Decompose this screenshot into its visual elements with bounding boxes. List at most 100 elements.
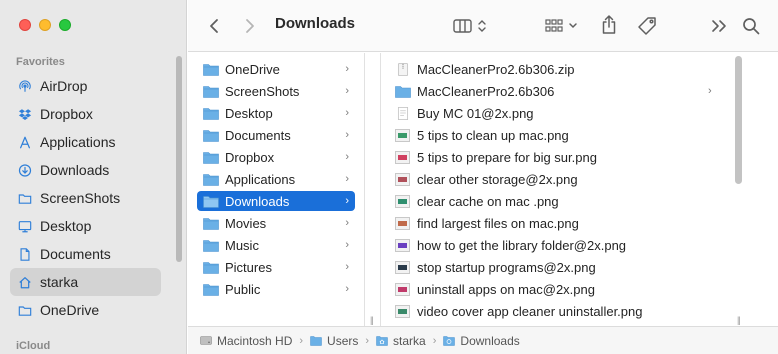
file-row[interactable]: stop startup programs@2x.png xyxy=(395,257,715,277)
chevron-left-icon xyxy=(210,19,218,33)
path-segment-label: Downloads xyxy=(460,333,520,348)
path-segment[interactable]: Macintosh HD xyxy=(200,334,292,348)
view-mode-button[interactable] xyxy=(450,15,492,37)
column1-row-label: Public xyxy=(225,281,261,297)
zoom-window-button[interactable] xyxy=(59,19,71,31)
sidebar-item-downloads[interactable]: Downloads xyxy=(10,156,161,184)
column1-row[interactable]: Pictures › xyxy=(197,257,355,277)
folder-icon xyxy=(203,195,225,208)
path-bar: Macintosh HD › Users › starka › Downloads xyxy=(188,326,778,354)
column1-row[interactable]: ScreenShots › xyxy=(197,81,355,101)
double-chevron-right-icon xyxy=(712,20,726,32)
column1-row-label: Movies xyxy=(225,215,267,231)
content-scrollbar[interactable] xyxy=(735,56,742,184)
column1-row-label: Dropbox xyxy=(225,149,275,165)
column1-row[interactable]: Movies › xyxy=(197,213,355,233)
column-view-icon xyxy=(453,19,486,33)
file-row[interactable]: clear other storage@2x.png xyxy=(395,169,715,189)
downloads-icon xyxy=(18,163,32,177)
file-row[interactable]: video cover app cleaner uninstaller.png xyxy=(395,301,715,321)
file-row[interactable]: MacCleanerPro2.6b306 › xyxy=(395,81,715,101)
more-toolbar-items-button[interactable] xyxy=(708,15,730,37)
dropbox-icon xyxy=(18,107,32,121)
column1-row-label: Applications xyxy=(225,171,296,187)
chevron-right-icon xyxy=(246,19,254,33)
airdrop-icon xyxy=(18,79,32,93)
folder-icon xyxy=(203,107,225,120)
sidebar-item-screenshots[interactable]: ScreenShots xyxy=(10,184,161,212)
close-window-button[interactable] xyxy=(19,19,31,31)
sidebar-item-starka[interactable]: starka xyxy=(10,268,161,296)
column-resize-handle[interactable]: || xyxy=(370,315,374,325)
sidebar-item-desktop[interactable]: Desktop xyxy=(10,212,161,240)
path-segment[interactable]: starka xyxy=(376,334,426,348)
document-icon xyxy=(18,247,32,261)
chevron-right-icon: › xyxy=(345,151,349,163)
chevron-right-icon: › xyxy=(345,173,349,185)
back-button[interactable] xyxy=(204,16,224,36)
image-thumbnail-icon xyxy=(395,150,417,164)
folder-icon xyxy=(203,151,225,164)
applications-icon xyxy=(18,135,32,149)
path-segment[interactable]: Users xyxy=(310,334,358,348)
image-thumbnail-icon xyxy=(395,128,417,142)
file-row[interactable]: clear cache on mac .png xyxy=(395,191,715,211)
sidebar-item-dropbox[interactable]: Dropbox xyxy=(10,100,161,128)
column1-row[interactable]: Dropbox › xyxy=(197,147,355,167)
file-row-label: find largest files on mac.png xyxy=(417,215,579,231)
desktop-icon xyxy=(18,219,32,233)
column1-row[interactable]: Music › xyxy=(197,235,355,255)
file-row-label: Buy MC 01@2x.png xyxy=(417,105,534,121)
sidebar-item-label: OneDrive xyxy=(40,302,100,318)
column1-row-label: OneDrive xyxy=(225,61,280,77)
file-row[interactable]: 5 tips to clean up mac.png xyxy=(395,125,715,145)
image-thumbnail-icon xyxy=(395,216,417,230)
sidebar-scrollbar[interactable] xyxy=(176,56,182,262)
chevron-right-icon: › xyxy=(708,85,712,97)
chevron-right-icon: › xyxy=(345,85,349,97)
file-row[interactable]: find largest files on mac.png xyxy=(395,213,715,233)
sidebar-item-label: ScreenShots xyxy=(40,190,121,206)
disk-icon xyxy=(200,335,217,346)
search-button[interactable] xyxy=(740,15,762,37)
image-thumbnail-icon xyxy=(395,304,417,318)
column1-row-label: Music xyxy=(225,237,259,253)
tags-button[interactable] xyxy=(636,14,660,38)
image-thumbnail-icon xyxy=(395,282,417,296)
group-by-button[interactable] xyxy=(542,15,582,37)
folder-icon xyxy=(395,85,417,98)
sidebar-item-airdrop[interactable]: AirDrop xyxy=(10,72,161,100)
sidebar-item-onedrive[interactable]: OneDrive xyxy=(10,296,161,324)
file-row[interactable]: 5 tips to prepare for big sur.png xyxy=(395,147,715,167)
folder-icon xyxy=(203,283,225,296)
path-segment-label: Macintosh HD xyxy=(217,333,293,348)
file-row[interactable]: Buy MC 01@2x.png xyxy=(395,103,715,123)
file-row[interactable]: uninstall apps on mac@2x.png xyxy=(395,279,715,299)
column-resize-handle[interactable]: || xyxy=(737,315,741,325)
file-row[interactable]: MacCleanerPro2.6b306.zip xyxy=(395,59,715,79)
chevron-right-icon: › xyxy=(345,195,349,207)
column1-row[interactable]: Desktop › xyxy=(197,103,355,123)
file-row[interactable]: how to get the library folder@2x.png xyxy=(395,235,715,255)
column1-row[interactable]: Applications › xyxy=(197,169,355,189)
path-segment[interactable]: Downloads xyxy=(443,333,520,348)
path-separator-icon: › xyxy=(365,334,370,347)
sidebar-item-documents[interactable]: Documents xyxy=(10,240,161,268)
column1-row[interactable]: Documents › xyxy=(197,125,355,145)
window-controls xyxy=(19,19,71,31)
file-row-label: clear cache on mac .png xyxy=(417,193,559,209)
column1-row[interactable]: OneDrive › xyxy=(197,59,355,79)
column-divider[interactable]: || xyxy=(366,53,381,326)
folder-icon xyxy=(203,239,225,252)
sidebar-item-applications[interactable]: Applications xyxy=(10,128,161,156)
column1-row[interactable]: Downloads › xyxy=(197,191,355,211)
column1-row-label: Desktop xyxy=(225,105,273,121)
folder-icon xyxy=(203,261,225,274)
minimize-window-button[interactable] xyxy=(39,19,51,31)
forward-button[interactable] xyxy=(240,16,260,36)
share-button[interactable] xyxy=(598,13,620,37)
column1-row[interactable]: Public › xyxy=(197,279,355,299)
image-thumbnail-icon xyxy=(395,194,417,208)
folder-icon xyxy=(18,303,32,317)
chevron-right-icon: › xyxy=(345,107,349,119)
